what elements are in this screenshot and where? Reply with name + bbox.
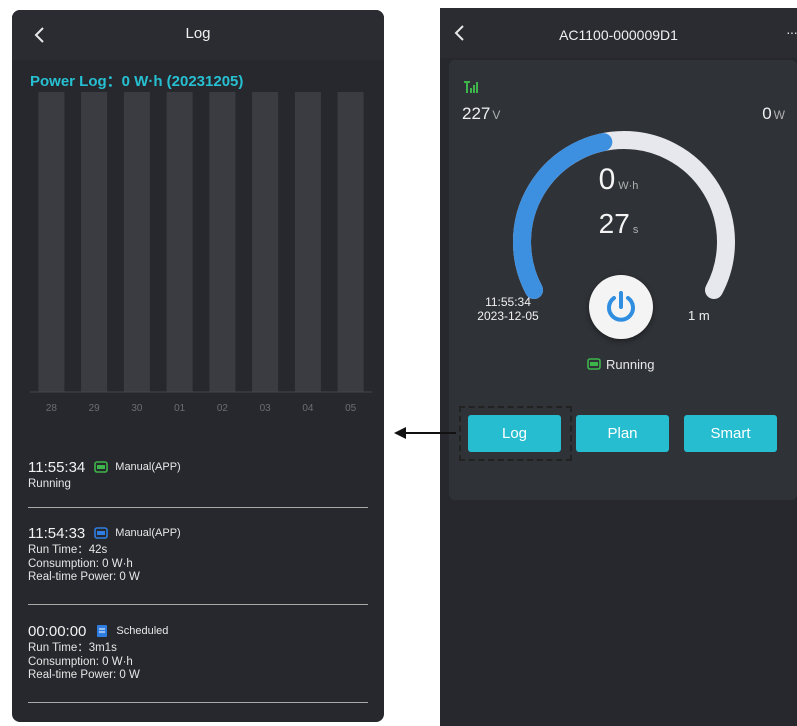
log-entry-time: 11:55:34: [28, 458, 86, 476]
chart-x-tick-label: 05: [345, 403, 357, 414]
device-header: AC1100-000009D1 ···: [440, 8, 797, 58]
manual-app-icon: [94, 527, 109, 539]
device-screen: AC1100-000009D1 ··· 227 V 0W 0 W·h 27 s 11:…: [440, 8, 797, 726]
log-header: Log: [12, 10, 384, 60]
chart-bar-track: [337, 92, 364, 392]
energy-unit: W·h: [618, 180, 639, 192]
log-entry-detail: Run Time：3m1s: [28, 642, 117, 654]
log-entry-detail: Real-time Power: 0 W: [28, 571, 140, 583]
running-status-icon: [587, 358, 601, 370]
countdown-value: 27: [598, 208, 630, 239]
signal-icon: [464, 81, 478, 93]
countdown-unit: s: [632, 224, 639, 236]
highlight-box: [459, 406, 572, 461]
energy-value: 0: [598, 163, 616, 196]
divider: [28, 507, 368, 508]
start-time: 11:55:34: [485, 295, 531, 309]
chart-bar-track: [252, 92, 279, 392]
smart-button[interactable]: Smart: [684, 415, 777, 452]
chart-bar-track: [38, 92, 65, 392]
power-log-chart: 28 29 30 01 02 03 04 05: [30, 92, 372, 414]
chart-x-tick-label: 30: [131, 403, 143, 414]
divider: [28, 604, 368, 605]
log-entry[interactable]: 11:55:34 Manual(APP) Running: [28, 456, 378, 492]
chart-x-tick-label: 29: [89, 403, 101, 414]
chart-title: Power Log：0 W·h (20231205): [30, 73, 244, 90]
status-indicator: Running: [586, 356, 654, 372]
voltage-value: 227: [462, 104, 491, 123]
log-entry-detail: Real-time Power: 0 W: [28, 669, 140, 681]
log-entry-source: Manual(APP): [115, 461, 181, 473]
power-unit: W: [773, 108, 785, 122]
chart-x-tick-label: 28: [46, 403, 58, 414]
countdown-readout: 27 s: [440, 208, 797, 240]
page-title: Log: [185, 25, 211, 42]
chart-x-tick-label: 04: [302, 403, 314, 414]
log-entry-detail: Running: [28, 478, 71, 490]
chart-bar-track: [166, 92, 193, 392]
log-entry-source: Scheduled: [116, 625, 169, 637]
log-entry-detail: Consumption: 0 W·h: [28, 655, 133, 668]
chart-x-tick-label: 01: [174, 403, 186, 414]
timer-duration: 1 m: [688, 308, 710, 323]
chart-x-tick-label: 02: [217, 403, 229, 414]
log-entry[interactable]: 11:54:33 Manual(APP) Run Time：42s Consum…: [28, 522, 378, 585]
power-icon: [607, 291, 635, 322]
power-readout: 0W: [762, 104, 785, 124]
chart-bar-track: [81, 92, 108, 392]
log-entry[interactable]: 00:00:00 Scheduled Run Time：3m1s Consump…: [28, 620, 378, 683]
power-toggle-button[interactable]: [589, 275, 653, 339]
divider: [28, 702, 368, 703]
log-entry-source: Manual(APP): [115, 527, 181, 539]
device-title: AC1100-000009D1: [559, 27, 678, 43]
log-entry-time: 00:00:00: [28, 622, 87, 640]
log-screen: Log Power Log：0 W·h (20231205) 28 29 30 01 0…: [12, 10, 384, 722]
voltage-unit: V: [492, 108, 501, 122]
start-timestamp: 11:55:34 2023-12-05: [468, 295, 548, 323]
arrow-icon: [394, 427, 456, 439]
plan-button[interactable]: Plan: [576, 415, 669, 452]
start-date: 2023-12-05: [477, 309, 539, 323]
more-icon[interactable]: ···: [786, 24, 797, 40]
status-label: Running: [606, 356, 655, 372]
log-entry-detail: Consumption: 0 W·h: [28, 557, 133, 570]
chart-x-tick-label: 03: [260, 403, 272, 414]
log-entry-time: 11:54:33: [28, 524, 86, 542]
voltage-readout: 227 V: [462, 104, 500, 124]
schedule-icon: [97, 625, 108, 637]
power-value: 0: [762, 104, 772, 123]
log-entry-detail: Run Time：42s: [28, 544, 108, 556]
chart-bar-track: [209, 92, 236, 392]
chart-bar-track: [294, 92, 321, 392]
chart-bar-track: [123, 92, 150, 392]
energy-readout: 0 W·h: [440, 163, 797, 197]
manual-app-icon: [94, 461, 109, 473]
